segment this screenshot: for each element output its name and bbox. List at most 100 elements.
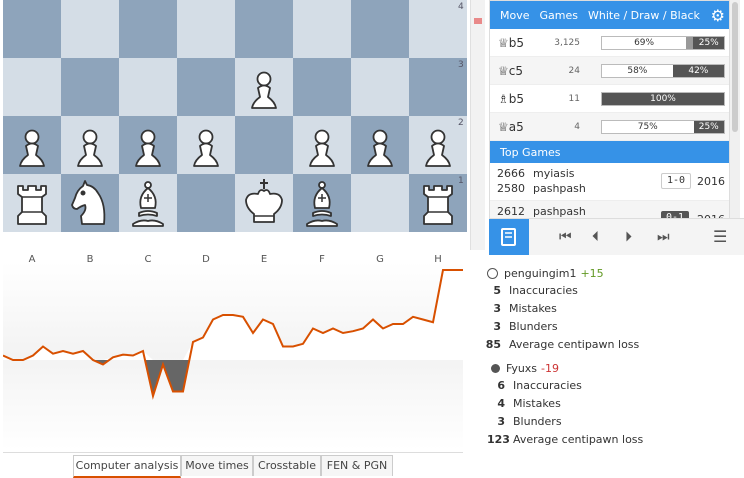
white-bishop-f1[interactable] [293,174,351,232]
black-stat-inaccuracies[interactable]: 6 Inaccuracies [487,378,582,394]
white-name: myiasis [533,167,575,180]
opening-book-button[interactable] [489,219,529,255]
black-stat-mistakes[interactable]: 4 Mistakes [487,396,560,412]
control-bar: ⏮ ⏴ ⏵ ⏭ ☰ [489,218,744,255]
result-bar: 75% 25% [601,119,725,134]
black-share: 25% [693,36,724,49]
advantage-chart[interactable] [3,262,463,450]
white-pawn-a2[interactable] [3,116,61,174]
board-scrollbar[interactable] [470,0,485,250]
square-e2[interactable] [235,116,293,174]
white-player[interactable]: penguingim1 +15 [487,265,604,281]
tab-fen-pgn[interactable]: FEN & PGN [321,455,393,476]
square-a4[interactable] [3,0,61,58]
tab-crosstable[interactable]: Crosstable [253,455,321,476]
explorer-move-row[interactable]: ♕c5 24 58% 42% [490,57,729,85]
white-rook-a1[interactable] [3,174,61,232]
white-knight-b1[interactable] [61,174,119,232]
explorer-header: Move Games White / Draw / Black ⚙ [490,1,729,29]
explorer-scroll-thumb[interactable] [732,2,738,132]
black-player[interactable]: Fyuxs -19 [491,360,559,376]
white-pawn-g2[interactable] [351,116,409,174]
white-pawn-d2[interactable] [177,116,235,174]
result-bar: 58% 42% [601,63,725,78]
black-rating-diff: -19 [541,361,560,375]
top-games-header: Top Games [490,141,729,163]
scroll-marker [474,18,482,24]
white-pawn-f2[interactable] [293,116,351,174]
white-stat-blunders[interactable]: 3 Blunders [483,319,557,335]
game-result: 1-0 [661,173,691,189]
white-pawn-h2[interactable] [409,116,467,174]
black-share: 42% [672,64,724,77]
white-dot-icon [487,267,498,279]
square-f3[interactable] [293,58,351,116]
white-share: 69% [602,36,687,49]
last-move-icon[interactable]: ⏭ [657,229,670,245]
white-rook-h1[interactable] [409,174,467,232]
header-games: Games [539,8,578,22]
black-share: 100% [602,92,724,105]
tab-computer-analysis[interactable]: Computer analysis [73,455,181,478]
explorer-move-row[interactable]: ♗b5 11 100% [490,85,729,113]
black-name: pashpash [533,182,586,195]
move-games: 24 [568,65,580,76]
first-move-icon[interactable]: ⏮ [559,229,572,245]
top-game-row[interactable]: 2666 myiasis 2580 pashpash 1-0 2016 [490,163,729,201]
square-g1[interactable] [351,174,409,232]
white-stat-acpl: 85 Average centipawn loss [485,338,640,351]
white-share: 58% [602,64,673,77]
black-stat-blunders[interactable]: 3 Blunders [487,414,561,430]
black-player-name: Fyuxs [506,361,538,375]
move-san: ♕c5 [498,63,523,78]
previous-move-icon[interactable]: ⏴ [592,229,599,245]
square-g4[interactable] [351,0,409,58]
explorer-move-row[interactable]: ♕b5 3,125 69% 25% [490,29,729,57]
white-rating: 2666 [497,167,525,180]
white-stat-inaccuracies[interactable]: 5 Inaccuracies [483,283,578,299]
result-bar: 100% [601,91,725,106]
square-g3[interactable] [351,58,409,116]
square-b4[interactable] [61,0,119,58]
white-bishop-c1[interactable] [119,174,177,232]
white-pawn-c2[interactable] [119,116,177,174]
white-rating-diff: +15 [580,266,604,280]
rank-label: 4 [458,2,464,12]
analysis-tabs: Computer analysis Move times Crosstable … [3,452,463,478]
opening-explorer: Move Games White / Draw / Black ⚙ ♕b5 3,1… [489,0,730,220]
black-dot-icon [491,363,500,373]
square-c4[interactable] [119,0,177,58]
next-move-icon[interactable]: ⏵ [625,229,632,245]
white-king-e1[interactable] [235,174,293,232]
gear-icon[interactable]: ⚙ [711,6,725,25]
move-san: ♕b5 [498,35,525,50]
move-games: 4 [574,121,580,132]
square-d4[interactable] [177,0,235,58]
white-pawn-e3[interactable] [235,58,293,116]
white-rating: 2612 [497,205,525,218]
white-player-name: penguingim1 [504,266,577,280]
square-d3[interactable] [177,58,235,116]
book-icon [501,228,516,246]
white-stat-mistakes[interactable]: 3 Mistakes [483,301,556,317]
white-share: 75% [602,120,694,133]
square-f4[interactable] [293,0,351,58]
move-san: ♗b5 [498,91,525,106]
square-a3[interactable] [3,58,61,116]
header-move: Move [500,8,530,22]
menu-icon[interactable]: ☰ [713,227,727,246]
header-wdb: White / Draw / Black [587,8,700,22]
rank-label: 3 [458,60,464,70]
chess-board[interactable]: 4321 [3,0,467,252]
square-d1[interactable] [177,174,235,232]
square-c3[interactable] [119,58,177,116]
move-games: 11 [568,93,580,104]
black-stat-acpl: 123 Average centipawn loss [487,433,644,446]
explorer-move-row[interactable]: ♕a5 4 75% 25% [490,113,729,141]
white-name: pashpash [533,205,586,218]
white-pawn-b2[interactable] [61,116,119,174]
move-san: ♕a5 [498,119,524,134]
square-e4[interactable] [235,0,293,58]
square-b3[interactable] [61,58,119,116]
tab-move-times[interactable]: Move times [181,455,253,476]
